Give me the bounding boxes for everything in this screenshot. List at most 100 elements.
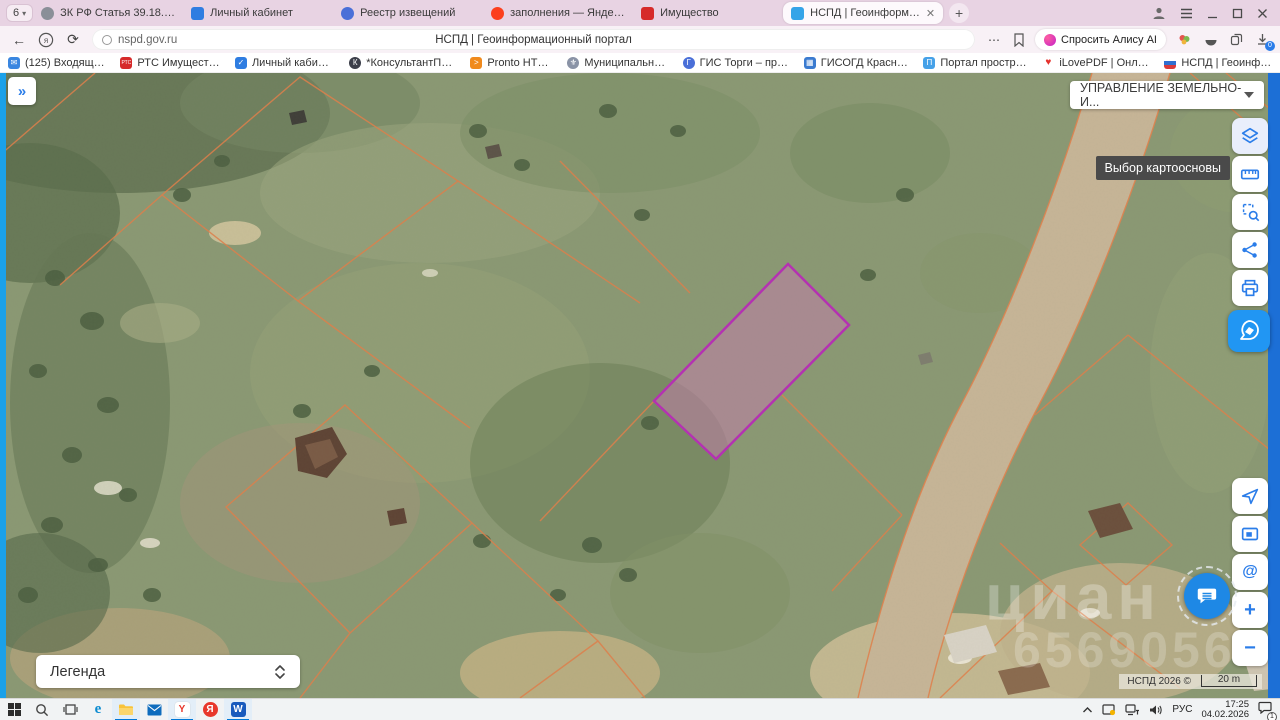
yandex-app-icon: Я bbox=[202, 702, 218, 717]
legend-bar[interactable]: Легенда bbox=[36, 655, 300, 688]
coordinate-search-button[interactable]: @ bbox=[1232, 554, 1268, 590]
mail-icon: ✉ bbox=[8, 56, 20, 69]
taskbar-word[interactable]: W bbox=[224, 698, 252, 720]
yandex-browser-icon: Y bbox=[174, 702, 190, 717]
legend-label: Легенда bbox=[50, 663, 106, 680]
alice-ai-button[interactable]: Спросить Алису AI bbox=[1035, 29, 1166, 50]
minimize-icon[interactable] bbox=[1207, 8, 1218, 19]
new-tab-button[interactable]: + bbox=[949, 3, 970, 23]
ruler-icon bbox=[1240, 169, 1260, 180]
network-icon[interactable] bbox=[1125, 703, 1140, 716]
chat-bubble-icon bbox=[1197, 588, 1217, 604]
basemap-button[interactable] bbox=[1228, 310, 1270, 352]
menu-icon[interactable] bbox=[1180, 8, 1193, 19]
taskbar-yandex-browser[interactable]: Y bbox=[168, 698, 196, 720]
volume-icon[interactable] bbox=[1149, 704, 1163, 716]
tabs-copy-icon[interactable] bbox=[1228, 32, 1244, 48]
rts-favicon bbox=[641, 6, 655, 20]
language-indicator[interactable]: РУС bbox=[1172, 704, 1192, 715]
bookmark-municipal[interactable]: ⚜ Муниципальный bbox=[567, 56, 668, 69]
gis-torgi-icon: Г bbox=[682, 56, 695, 69]
tab-lichnyi-kabinet[interactable]: Личный кабинет bbox=[183, 0, 333, 26]
tab-zk-rf[interactable]: ЗК РФ Статья 39.18. Особ bbox=[33, 0, 183, 26]
taskbar-search-button[interactable] bbox=[28, 699, 56, 720]
task-view-icon bbox=[62, 704, 78, 715]
bookmark-flag-icon[interactable] bbox=[1013, 32, 1025, 47]
svg-text:я: я bbox=[44, 36, 48, 45]
scale-bar: 20 m bbox=[1201, 675, 1257, 687]
area-search-button[interactable] bbox=[1232, 194, 1268, 230]
bookmark-pronto[interactable]: > Pronto HTML bbox=[470, 56, 552, 69]
yandex-favicon bbox=[491, 6, 505, 20]
omnibox[interactable]: nspd.gov.ru НСПД | Геоинформационный пор… bbox=[92, 29, 976, 50]
tray-expand-icon[interactable] bbox=[1082, 706, 1093, 714]
locate-button[interactable] bbox=[1232, 478, 1268, 514]
zoom-in-button[interactable]: + bbox=[1232, 592, 1268, 628]
share-button[interactable] bbox=[1232, 232, 1268, 268]
back-icon[interactable]: ← bbox=[10, 32, 28, 48]
word-icon: W bbox=[230, 702, 246, 717]
texture-overlay bbox=[0, 73, 1280, 698]
start-button[interactable] bbox=[0, 699, 28, 720]
zoom-out-button[interactable]: − bbox=[1232, 630, 1268, 666]
layers-button[interactable] bbox=[1232, 118, 1268, 154]
tab-counter-value: 6 bbox=[13, 7, 20, 19]
chat-button[interactable] bbox=[1177, 566, 1237, 626]
bookmark-rts[interactable]: РТС РТС Имущество bbox=[120, 56, 220, 69]
refresh-icon[interactable]: ⟳ bbox=[64, 31, 82, 48]
taskbar-yandex[interactable]: Я bbox=[196, 699, 224, 720]
bookmark-nspd[interactable]: НСПД | Геоинфор bbox=[1164, 56, 1272, 69]
overview-map-button[interactable] bbox=[1232, 516, 1268, 552]
tab-yandex-zapolneniya[interactable]: заполнения — Яндекс: на bbox=[483, 0, 633, 26]
more-icon[interactable]: ⋯ bbox=[985, 33, 1003, 47]
satellite-map[interactable] bbox=[0, 33, 1280, 720]
app-update-icon[interactable] bbox=[1102, 703, 1116, 716]
system-tray: РУС 17:25 04.02.2026 1 bbox=[1082, 699, 1280, 720]
folder-icon bbox=[119, 704, 133, 715]
close-window-icon[interactable] bbox=[1257, 8, 1268, 19]
ruler-button[interactable] bbox=[1232, 156, 1268, 192]
left-edge-strip bbox=[0, 73, 6, 698]
taskbar-mail[interactable] bbox=[140, 699, 168, 720]
extension-flower-icon[interactable] bbox=[1176, 32, 1192, 48]
emblem-favicon bbox=[341, 6, 355, 20]
taskbar-edge[interactable]: e bbox=[84, 699, 112, 720]
print-icon bbox=[1241, 279, 1259, 297]
profile-icon[interactable] bbox=[1152, 6, 1166, 20]
tray-clock[interactable]: 17:25 04.02.2026 bbox=[1201, 699, 1249, 720]
bookmark-gisogd[interactable]: ▦ ГИСОГД Красноя bbox=[803, 56, 908, 69]
alice-icon bbox=[1044, 33, 1057, 46]
extension-moon-icon[interactable] bbox=[1202, 32, 1218, 48]
expand-panel-button[interactable]: » bbox=[8, 77, 36, 105]
tab-label: заполнения — Яндекс: на bbox=[510, 7, 626, 19]
bookmark-portal[interactable]: П Портал простран bbox=[923, 56, 1027, 69]
download-badge: 0 bbox=[1265, 40, 1275, 51]
nspd-favicon bbox=[791, 6, 805, 20]
tab-counter[interactable]: 6 ▾ bbox=[6, 4, 34, 22]
map-viewport[interactable]: циан 6569056 » УПРАВЛЕНИЕ ЗЕМЕЛЬНО-И... bbox=[0, 33, 1280, 720]
yandex-id-icon[interactable]: я bbox=[38, 32, 54, 48]
taskbar-explorer[interactable] bbox=[112, 698, 140, 720]
tab-nspd-active[interactable]: НСПД | Геоинформаци ✕ bbox=[783, 2, 944, 24]
task-view-button[interactable] bbox=[56, 699, 84, 720]
close-tab-icon[interactable]: ✕ bbox=[926, 7, 935, 20]
maximize-icon[interactable] bbox=[1232, 8, 1243, 19]
tab-imushchestvo[interactable]: Имущество bbox=[633, 0, 783, 26]
bookmark-inbox[interactable]: ✉ (125) Входящие bbox=[8, 56, 105, 69]
bookmark-gis-torgi[interactable]: Г ГИС Торги – прод bbox=[682, 56, 789, 69]
print-button[interactable] bbox=[1232, 270, 1268, 306]
bookmark-ilovepdf[interactable]: ♥ iLovePDF | Онлай bbox=[1042, 56, 1149, 69]
address-bar: ← я ⟳ nspd.gov.ru НСПД | Геоинформационн… bbox=[0, 26, 1280, 53]
share-icon bbox=[1242, 242, 1257, 258]
tab-reestr-izveshchenii[interactable]: Реестр извещений bbox=[333, 0, 483, 26]
edge-icon: e bbox=[94, 701, 102, 717]
flag-icon bbox=[1164, 56, 1177, 69]
bookmark-consultant[interactable]: К *КонсультантПлю bbox=[349, 56, 455, 69]
action-center-button[interactable]: 1 bbox=[1258, 701, 1277, 720]
window-controls bbox=[1152, 6, 1280, 20]
bookmark-lichnyi-kabinet[interactable]: ✓ Личный кабинет bbox=[234, 56, 334, 69]
chevron-down-icon: ▾ bbox=[22, 8, 27, 18]
downloads-icon[interactable]: 0 bbox=[1254, 32, 1275, 51]
layer-select-dropdown[interactable]: УПРАВЛЕНИЕ ЗЕМЕЛЬНО-И... bbox=[1070, 81, 1264, 109]
tab-label: Реестр извещений bbox=[360, 7, 456, 19]
